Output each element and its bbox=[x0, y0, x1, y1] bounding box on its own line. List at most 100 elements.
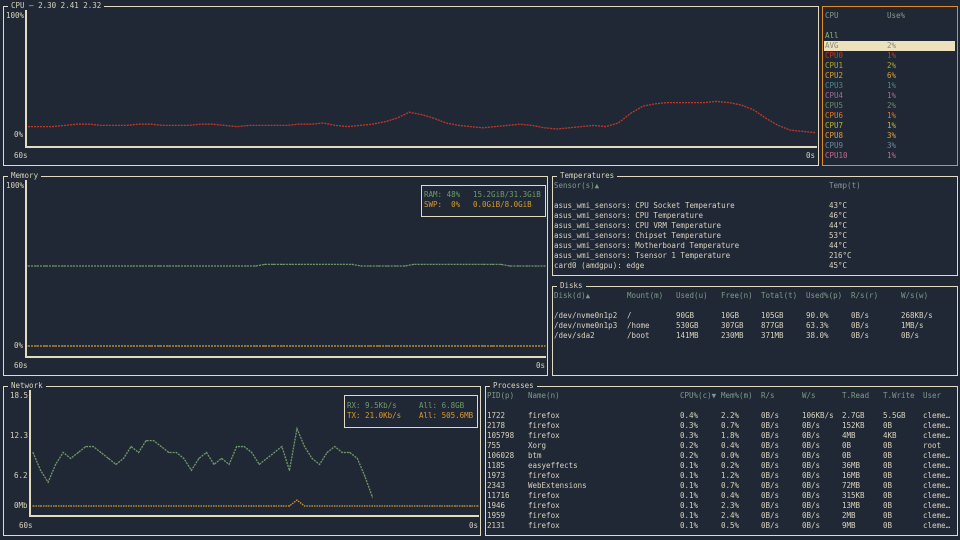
process-row-cell[interactable]: 0B/s bbox=[761, 411, 779, 421]
process-row-cell[interactable]: 0.1% bbox=[680, 521, 698, 531]
process-row-cell[interactable]: firefox bbox=[528, 521, 560, 531]
process-row-cell[interactable]: 0B/s bbox=[761, 511, 779, 521]
process-row-cell[interactable]: 4MB bbox=[842, 431, 856, 441]
process-row-cell[interactable]: 755 bbox=[487, 441, 501, 451]
process-row-cell[interactable]: 0B bbox=[883, 421, 892, 431]
process-row-cell[interactable]: 2MB bbox=[842, 511, 856, 521]
process-row-cell[interactable]: firefox bbox=[528, 501, 560, 511]
process-row-cell[interactable]: 105798 bbox=[487, 431, 514, 441]
process-row-cell[interactable]: 1.2% bbox=[721, 471, 739, 481]
process-row-cell[interactable]: 5.5GB bbox=[883, 411, 906, 421]
process-row-cell[interactable]: 0B/s bbox=[802, 521, 820, 531]
process-row-cell[interactable]: 0B/s bbox=[761, 451, 779, 461]
processes-column-header[interactable]: W/s bbox=[802, 391, 816, 401]
process-row-cell[interactable]: cleme… bbox=[923, 421, 950, 431]
process-row-cell[interactable]: 2.7GB bbox=[842, 411, 865, 421]
process-row-cell[interactable]: firefox bbox=[528, 471, 560, 481]
process-row-cell[interactable]: cleme… bbox=[923, 471, 950, 481]
process-row-cell[interactable]: 0B/s bbox=[761, 521, 779, 531]
process-row-cell[interactable]: 0B/s bbox=[802, 501, 820, 511]
process-row-cell[interactable]: 0B bbox=[883, 451, 892, 461]
process-row-cell[interactable]: 315KB bbox=[842, 491, 865, 501]
process-row-cell[interactable]: 0B bbox=[883, 521, 892, 531]
process-row-cell[interactable]: 0B bbox=[883, 481, 892, 491]
process-row-cell[interactable]: cleme… bbox=[923, 511, 950, 521]
process-row-cell[interactable]: Xorg bbox=[528, 441, 546, 451]
process-row-cell[interactable]: cleme… bbox=[923, 431, 950, 441]
processes-column-header[interactable]: User bbox=[923, 391, 941, 401]
process-row-cell[interactable]: 0B/s bbox=[802, 481, 820, 491]
process-row-cell[interactable]: 2131 bbox=[487, 521, 505, 531]
process-row-cell[interactable]: btm bbox=[528, 451, 542, 461]
process-row-cell[interactable]: firefox bbox=[528, 421, 560, 431]
process-row-cell[interactable]: 1946 bbox=[487, 501, 505, 511]
process-row-cell[interactable]: 13MB bbox=[842, 501, 860, 511]
process-row-cell[interactable]: 1959 bbox=[487, 511, 505, 521]
process-row-cell[interactable]: 2.3% bbox=[721, 501, 739, 511]
process-row-cell[interactable]: 1722 bbox=[487, 411, 505, 421]
process-row-cell[interactable]: WebExtensions bbox=[528, 481, 587, 491]
process-row-cell[interactable]: 0B/s bbox=[761, 501, 779, 511]
process-row-cell[interactable]: 0.4% bbox=[680, 411, 698, 421]
process-row-cell[interactable]: cleme… bbox=[923, 411, 950, 421]
process-row-cell[interactable]: cleme… bbox=[923, 491, 950, 501]
process-row-cell[interactable]: 0B/s bbox=[802, 441, 820, 451]
process-row-cell[interactable]: 0.4% bbox=[721, 441, 739, 451]
process-row-cell[interactable]: 0.5% bbox=[721, 521, 739, 531]
processes-column-header[interactable]: R/s bbox=[761, 391, 775, 401]
process-row-cell[interactable]: 106KB/s bbox=[802, 411, 834, 421]
processes-column-header[interactable]: T.Read bbox=[842, 391, 869, 401]
process-row-cell[interactable]: firefox bbox=[528, 411, 560, 421]
process-row-cell[interactable]: 2343 bbox=[487, 481, 505, 491]
process-row-cell[interactable]: 9MB bbox=[842, 521, 856, 531]
process-row-cell[interactable]: 152KB bbox=[842, 421, 865, 431]
process-row-cell[interactable]: 0B/s bbox=[802, 491, 820, 501]
process-row-cell[interactable]: 0B/s bbox=[802, 511, 820, 521]
process-row-cell[interactable]: firefox bbox=[528, 491, 560, 501]
process-row-cell[interactable]: 0.2% bbox=[680, 441, 698, 451]
process-row-cell[interactable]: 0B/s bbox=[802, 461, 820, 471]
process-row-cell[interactable]: 0.1% bbox=[680, 481, 698, 491]
process-row-cell[interactable]: 0B/s bbox=[761, 431, 779, 441]
process-row-cell[interactable]: 16MB bbox=[842, 471, 860, 481]
processes-column-header[interactable]: T.Write bbox=[883, 391, 915, 401]
process-row-cell[interactable]: 0.2% bbox=[721, 461, 739, 471]
process-row-cell[interactable]: cleme… bbox=[923, 451, 950, 461]
process-row-cell[interactable]: 11716 bbox=[487, 491, 510, 501]
processes-column-header[interactable]: PID(p) bbox=[487, 391, 514, 401]
process-row-cell[interactable]: 0B bbox=[883, 491, 892, 501]
process-row-cell[interactable]: 0B/s bbox=[761, 491, 779, 501]
process-row-cell[interactable]: 0B bbox=[883, 441, 892, 451]
process-row-cell[interactable]: 0.3% bbox=[680, 431, 698, 441]
process-row-cell[interactable]: 0B/s bbox=[802, 421, 820, 431]
process-row-cell[interactable]: 0.1% bbox=[680, 461, 698, 471]
processes-column-header[interactable]: Mem%(m) bbox=[721, 391, 753, 401]
process-row-cell[interactable]: 36MB bbox=[842, 461, 860, 471]
process-row-cell[interactable]: 0B/s bbox=[802, 451, 820, 461]
process-row-cell[interactable]: 0.2% bbox=[680, 451, 698, 461]
process-row-cell[interactable]: 0B/s bbox=[761, 441, 779, 451]
process-row-cell[interactable]: 0B bbox=[842, 441, 851, 451]
process-row-cell[interactable]: 0B/s bbox=[802, 471, 820, 481]
process-row-cell[interactable]: 0.1% bbox=[680, 491, 698, 501]
process-row-cell[interactable]: 2178 bbox=[487, 421, 505, 431]
process-row-cell[interactable]: 0.1% bbox=[680, 501, 698, 511]
process-row-cell[interactable]: 0B bbox=[883, 461, 892, 471]
process-row-cell[interactable]: 4KB bbox=[883, 431, 897, 441]
process-row-cell[interactable]: 0B/s bbox=[761, 471, 779, 481]
process-row-cell[interactable]: 1185 bbox=[487, 461, 505, 471]
process-row-cell[interactable]: 1.8% bbox=[721, 431, 739, 441]
process-row-cell[interactable]: 0.0% bbox=[721, 451, 739, 461]
process-row-cell[interactable]: 0B bbox=[883, 471, 892, 481]
process-row-cell[interactable]: 2.2% bbox=[721, 411, 739, 421]
processes-column-header[interactable]: Name(n) bbox=[528, 391, 560, 401]
process-row-cell[interactable]: 0B bbox=[842, 451, 851, 461]
process-row-cell[interactable]: 72MB bbox=[842, 481, 860, 491]
processes-column-header[interactable]: CPU%(c)▼ bbox=[680, 391, 716, 401]
process-row-cell[interactable]: cleme… bbox=[923, 501, 950, 511]
process-row-cell[interactable]: 0.3% bbox=[680, 421, 698, 431]
process-row-cell[interactable]: 1973 bbox=[487, 471, 505, 481]
process-row-cell[interactable]: 0.4% bbox=[721, 491, 739, 501]
process-row-cell[interactable]: firefox bbox=[528, 511, 560, 521]
process-row-cell[interactable]: 0.1% bbox=[680, 511, 698, 521]
